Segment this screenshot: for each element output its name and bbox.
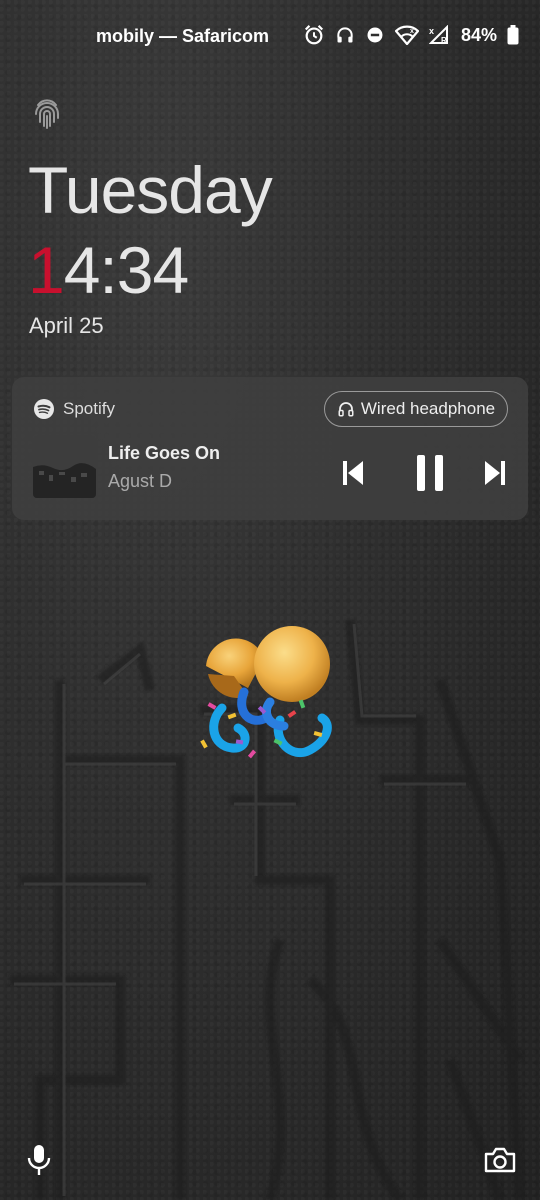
fingerprint-icon[interactable]: [32, 96, 62, 130]
wifi-icon: x: [395, 25, 419, 45]
playback-controls: [338, 453, 505, 493]
track-title: Life Goes On: [108, 443, 221, 463]
day-of-week: Tuesday: [28, 153, 273, 227]
alarm-icon: [304, 25, 324, 45]
status-icons: x x R 84%: [303, 24, 519, 46]
do-not-disturb-icon: [367, 27, 383, 43]
pause-icon[interactable]: [414, 453, 448, 493]
date: April 25: [29, 313, 104, 338]
output-device-button[interactable]: Wired headphone: [324, 391, 508, 427]
svg-text:x: x: [410, 28, 414, 35]
clock-rest: 4:34: [63, 233, 189, 307]
media-app-name: Spotify: [63, 399, 115, 418]
svg-text:R: R: [441, 36, 447, 45]
signal-roaming-icon: x R: [429, 25, 448, 45]
carrier-name: mobily — Safaricom: [96, 26, 270, 46]
battery-percent: 84%: [461, 24, 498, 45]
album-art-image: [33, 435, 96, 498]
headphones-icon: [337, 27, 353, 43]
status-bar: mobily — Safaricom x x R 84%: [0, 22, 540, 52]
clock: 14:34: [28, 232, 189, 308]
headphones-icon: [338, 402, 354, 417]
previous-icon[interactable]: [340, 453, 366, 493]
output-device-label: Wired headphone: [360, 399, 496, 418]
media-player-card[interactable]: Spotify Wired headphone Life Goes On Agu…: [12, 377, 528, 520]
microphone-icon[interactable]: [26, 1143, 52, 1177]
next-icon[interactable]: [482, 453, 508, 493]
camera-icon[interactable]: [483, 1146, 517, 1174]
track-artist: Agust D: [108, 471, 173, 491]
party-emoji-sticker: [200, 626, 332, 759]
battery-icon: [507, 25, 519, 45]
lock-screen: mobily — Safaricom x x R 84% Tuesday 14:…: [0, 0, 540, 1200]
spotify-icon: [34, 399, 54, 419]
clock-first-digit: 1: [28, 233, 65, 307]
album-art: [33, 435, 96, 498]
svg-text:x: x: [429, 26, 434, 36]
media-app: Spotify: [34, 399, 115, 419]
